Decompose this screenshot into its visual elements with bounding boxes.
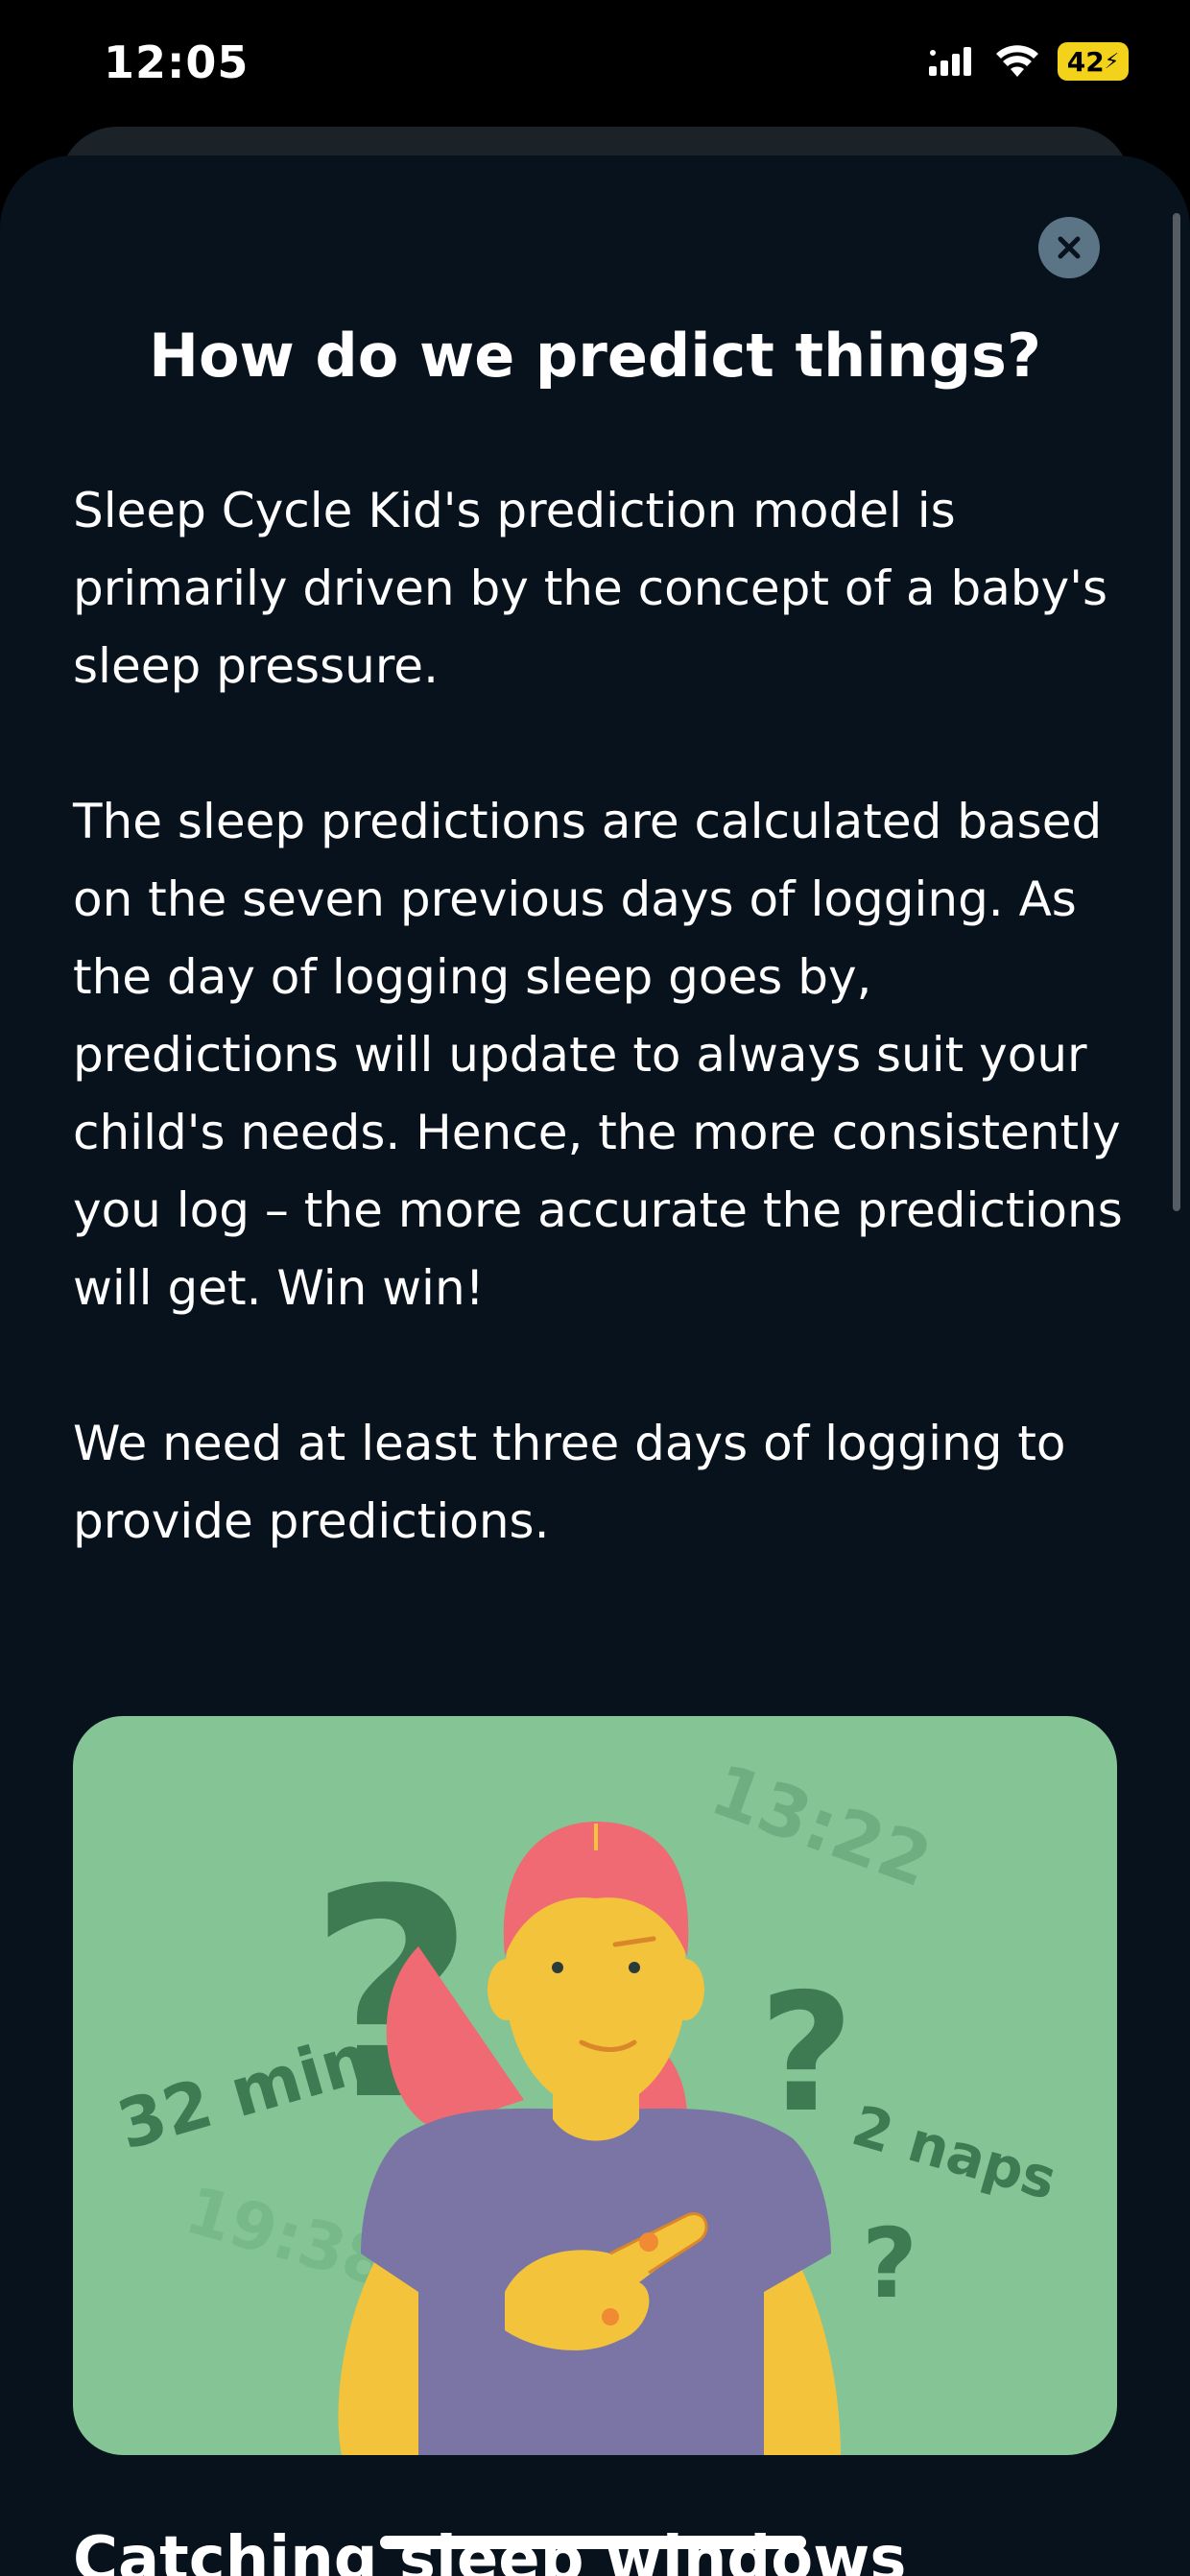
modal-title: How do we predict things? [149, 321, 1041, 391]
cellular-signal-icon [929, 47, 971, 76]
wifi-icon [996, 45, 1038, 77]
status-icons: 42 ⚡ [929, 42, 1129, 81]
info-modal: How do we predict things? Sleep Cycle Ki… [0, 155, 1190, 2576]
modal-body: Sleep Cycle Kid's prediction model is pr… [73, 472, 1129, 1638]
section-heading-next: Catching sleep windows [73, 2524, 907, 2576]
thinking-parent-illustration: 13:22 32 min 2 naps 19:38 ? ? ? [73, 1716, 1117, 2455]
battery-charging-icon: 42 ⚡ [1058, 42, 1129, 81]
time-label-1: 13:22 [701, 1749, 941, 1903]
naps-label: 2 naps [845, 2092, 1063, 2212]
status-bar: 12:05 42 ⚡ [0, 0, 1190, 125]
question-mark-small: ? [862, 2207, 917, 2320]
close-button[interactable] [1038, 217, 1100, 278]
battery-level: 42 [1066, 45, 1105, 78]
home-indicator[interactable] [380, 2536, 806, 2549]
paragraph-3: We need at least three days of logging t… [73, 1416, 1066, 1549]
paragraph-1: Sleep Cycle Kid's prediction model is pr… [73, 483, 1108, 694]
status-time: 12:05 [104, 36, 250, 88]
paragraph-2: The sleep predictions are calculated bas… [73, 794, 1123, 1316]
question-mark-medium: ? [759, 1959, 854, 2149]
close-icon [1058, 236, 1081, 259]
